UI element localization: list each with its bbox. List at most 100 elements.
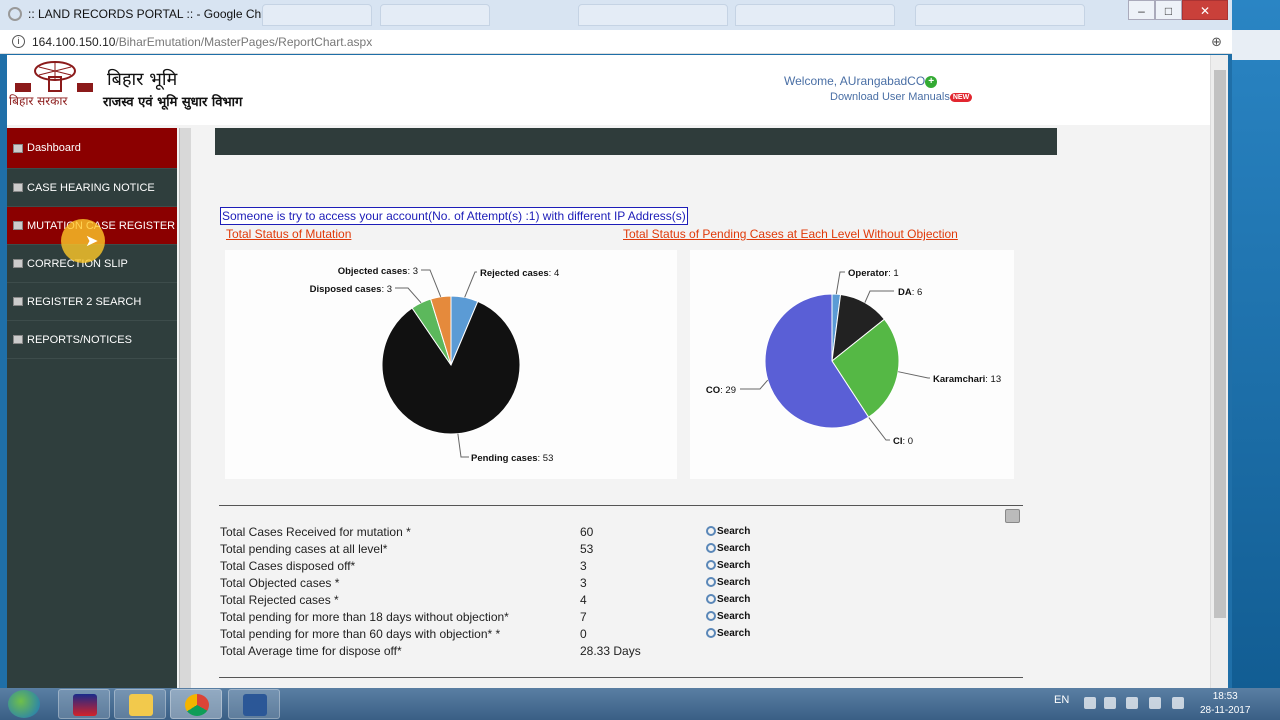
site-header: बिहार भूमि बिहार सरकार राजस्व एवं भूमि स… xyxy=(7,55,1210,125)
sidebar-item-reports-notices[interactable]: REPORTS/NOTICES xyxy=(7,321,177,359)
welcome-user[interactable]: Welcome, AUrangabadCO + xyxy=(784,74,938,88)
table-row: Total pending for more than 60 days with… xyxy=(220,626,1020,643)
background-tab[interactable] xyxy=(735,4,895,26)
pending-status-link[interactable]: Total Status of Pending Cases at Each Le… xyxy=(623,227,958,241)
pie-label: Pending cases: 53 xyxy=(471,453,553,464)
search-button[interactable]: Search xyxy=(706,594,750,605)
word-icon xyxy=(243,694,267,716)
mutation-status-link[interactable]: Total Status of Mutation xyxy=(226,227,351,241)
pie-label: Objected cases: 3 xyxy=(338,266,418,277)
search-icon xyxy=(706,560,716,571)
search-icon xyxy=(706,526,716,537)
stat-value: 4 xyxy=(580,593,587,607)
table-row: Total Cases disposed off* 3 Search xyxy=(220,558,1020,575)
close-button[interactable]: ✕ xyxy=(1182,0,1228,20)
url-text[interactable]: 164.100.150.10/BiharEmutation/MasterPage… xyxy=(32,35,372,49)
table-row: Total Objected cases * 3 Search xyxy=(220,575,1020,592)
divider xyxy=(219,677,1023,678)
security-alert: Someone is try to access your account(No… xyxy=(220,207,688,225)
background-tab[interactable] xyxy=(380,4,490,26)
sidebar-item-register-2-search[interactable]: REGISTER 2 SEARCH xyxy=(7,283,177,321)
search-icon xyxy=(706,611,716,622)
sidebar-scrollbar[interactable] xyxy=(179,128,191,688)
search-button[interactable]: Search xyxy=(706,543,750,554)
minimize-button[interactable]: – xyxy=(1128,0,1155,20)
search-button[interactable]: Search xyxy=(706,526,750,537)
search-icon xyxy=(706,543,716,554)
pie-label: Karamchari: 13 xyxy=(933,374,1001,385)
taskbar-word[interactable] xyxy=(228,689,280,719)
tray-network-icon[interactable] xyxy=(1149,697,1161,709)
folder-icon xyxy=(129,694,153,716)
stat-value: 60 xyxy=(580,525,594,539)
tray-power-icon[interactable] xyxy=(1126,697,1138,709)
background-tab[interactable] xyxy=(262,4,372,26)
stat-value: 53 xyxy=(580,542,594,556)
app-icon xyxy=(73,694,97,716)
address-bar[interactable]: i 164.100.150.10/BiharEmutation/MasterPa… xyxy=(0,30,1232,54)
chrome-icon xyxy=(185,694,209,716)
zoom-icon[interactable]: ⊕ xyxy=(1211,34,1222,50)
language-indicator[interactable]: EN xyxy=(1054,694,1069,706)
stat-value: 3 xyxy=(580,559,587,573)
pie-leader-line xyxy=(835,271,845,295)
site-title: बिहार भूमि xyxy=(107,69,178,90)
pending-level-pie-chart: Operator: 1 DA: 6 Karamchari: 13 CI: 0 CO: 2… xyxy=(690,250,1014,479)
sidebar-item-case-hearing-notice[interactable]: CASE HEARING NOTICE xyxy=(7,169,177,207)
plus-icon[interactable]: + xyxy=(925,75,938,88)
pending-level-pie-svg: Operator: 1 DA: 6 Karamchari: 13 CI: 0 CO: 2… xyxy=(706,268,1001,447)
search-button[interactable]: Search xyxy=(706,628,750,639)
stat-label: Total Rejected cases * xyxy=(220,593,339,607)
pie-leader-line xyxy=(395,287,422,304)
menu-icon xyxy=(13,335,23,344)
scrollbar-thumb[interactable] xyxy=(1214,70,1226,618)
taskbar-explorer[interactable] xyxy=(114,689,166,719)
sidebar-item-dashboard[interactable]: Dashboard xyxy=(7,128,177,169)
tray-flag-icon[interactable] xyxy=(1104,697,1116,709)
content-header-bar xyxy=(215,128,1057,155)
mutation-pie-chart: Rejected cases: 4 Pending cases: 53 Dispos… xyxy=(225,250,677,479)
maximize-button[interactable]: □ xyxy=(1155,0,1182,20)
stat-label: Total pending cases at all level* xyxy=(220,542,388,556)
stat-label: Total Objected cases * xyxy=(220,576,340,590)
department-name: राजस्व एवं भूमि सुधार विभाग xyxy=(103,95,243,110)
table-row: Total Average time for dispose off* 28.33… xyxy=(220,643,1020,660)
table-row: Total Rejected cases * 4 Search xyxy=(220,592,1020,609)
start-button[interactable] xyxy=(8,690,40,718)
search-button[interactable]: Search xyxy=(706,611,750,622)
search-icon xyxy=(706,628,716,639)
pie-leader-line xyxy=(421,269,442,297)
stat-label: Total Cases disposed off* xyxy=(220,559,356,573)
stat-label: Total Average time for dispose off* xyxy=(220,644,402,658)
search-icon xyxy=(706,594,716,605)
page-scrollbar[interactable] xyxy=(1210,55,1228,688)
info-icon[interactable]: i xyxy=(12,35,25,48)
search-button[interactable]: Search xyxy=(706,577,750,588)
printer-icon[interactable] xyxy=(1005,509,1020,523)
government-label: बिहार सरकार xyxy=(9,94,68,108)
stat-label: Total pending for more than 18 days with… xyxy=(220,610,509,624)
pie-label: Disposed cases: 3 xyxy=(310,284,392,295)
tray-volume-icon[interactable] xyxy=(1172,697,1184,709)
taskbar-chrome[interactable] xyxy=(170,689,222,719)
stat-value: 7 xyxy=(580,610,587,624)
chrome-window-icon xyxy=(8,7,22,21)
taskbar-app[interactable] xyxy=(58,689,110,719)
pie-leader-line xyxy=(464,271,477,298)
pie-leader-line xyxy=(898,371,930,379)
table-row: Total pending for more than 18 days with… xyxy=(220,609,1020,626)
background-tab[interactable] xyxy=(578,4,728,26)
browser-titlebar: :: LAND RECORDS PORTAL :: - Google Chrom… xyxy=(0,0,1232,30)
background-tab[interactable] xyxy=(915,4,1085,26)
pie-leader-line xyxy=(868,416,890,441)
stat-value: 0 xyxy=(580,627,587,641)
table-row: Total pending cases at all level* 53 Searc… xyxy=(220,541,1020,558)
table-row: Total Cases Received for mutation * 60 Sea… xyxy=(220,524,1020,541)
divider xyxy=(219,505,1023,506)
search-icon xyxy=(706,577,716,588)
taskbar-clock[interactable]: 18:53 28-11-2017 xyxy=(1200,690,1250,718)
tray-arrow-icon[interactable] xyxy=(1084,697,1096,709)
search-button[interactable]: Search xyxy=(706,560,750,571)
window-title: :: LAND RECORDS PORTAL :: - Google Chrom… xyxy=(28,7,289,21)
download-manuals-link[interactable]: Download User Manuals NEW xyxy=(830,91,973,103)
